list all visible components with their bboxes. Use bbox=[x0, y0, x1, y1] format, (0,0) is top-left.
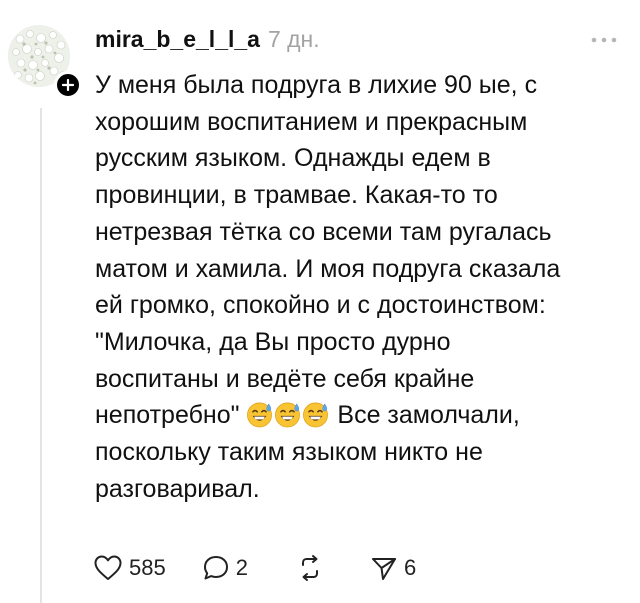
body-text-fragment: непотребно" bbox=[95, 401, 240, 430]
body-line: матом и хамила. И моя подруга сказала bbox=[95, 254, 561, 283]
body-line: поскольку таким языком никто не bbox=[95, 438, 483, 467]
grinning-face-with-sweat-icon bbox=[275, 402, 301, 428]
body-line: разговаривал. bbox=[95, 474, 260, 503]
like-count: 585 bbox=[129, 555, 166, 580]
body-line: У меня была подруга в лихие 90 ые, с bbox=[95, 71, 538, 99]
heart-icon bbox=[94, 555, 122, 580]
reply-count: 2 bbox=[235, 555, 248, 580]
body-line: русским языком. Однажды едем в bbox=[95, 144, 491, 173]
plus-icon bbox=[62, 79, 74, 91]
comment-post: mira_b_e_l_l_a 7 дн. У меня была подруга… bbox=[0, 0, 640, 603]
grinning-face-with-sweat-icon bbox=[303, 402, 329, 428]
share-button[interactable]: 6 bbox=[370, 554, 416, 582]
body-line-with-emoji: непотребно" Все замолчали, bbox=[95, 397, 625, 434]
follow-button[interactable] bbox=[54, 71, 82, 99]
send-icon bbox=[371, 558, 396, 580]
body-line: нетрезвая тётка со всеми там ругалась bbox=[95, 217, 552, 246]
post-header: mira_b_e_l_l_a 7 дн. bbox=[95, 26, 320, 54]
body-line: хорошим воспитанием и прекрасным bbox=[95, 107, 528, 136]
action-bar: 585 2 6 bbox=[93, 552, 416, 584]
reply-button[interactable]: 2 bbox=[202, 554, 248, 582]
body-line: воспитаны и ведёте себя крайне bbox=[95, 364, 475, 393]
repost-icon bbox=[301, 555, 318, 581]
thread-line bbox=[40, 108, 42, 603]
share-count: 6 bbox=[403, 555, 417, 580]
author-avatar-wrap bbox=[8, 25, 82, 99]
repost-button[interactable] bbox=[296, 554, 324, 582]
like-button[interactable]: 585 bbox=[93, 554, 166, 582]
body-line: "Милочка, да Вы просто дурно bbox=[95, 327, 451, 356]
post-body: У меня была подруга в лихие 90 ые, с хор… bbox=[95, 67, 625, 507]
body-text-fragment: Все замолчали, bbox=[337, 401, 520, 430]
author-username[interactable]: mira_b_e_l_l_a bbox=[95, 26, 260, 53]
more-icon bbox=[591, 37, 617, 43]
body-line: ей громко, спокойно и с достоинством: bbox=[95, 291, 546, 320]
more-options-button[interactable] bbox=[584, 28, 624, 52]
post-timestamp: 7 дн. bbox=[267, 26, 320, 52]
grinning-face-with-sweat-icon bbox=[247, 402, 273, 428]
comment-bubble-icon bbox=[203, 556, 228, 580]
body-line: провинции, в трамвае. Какая-то то bbox=[95, 181, 498, 210]
